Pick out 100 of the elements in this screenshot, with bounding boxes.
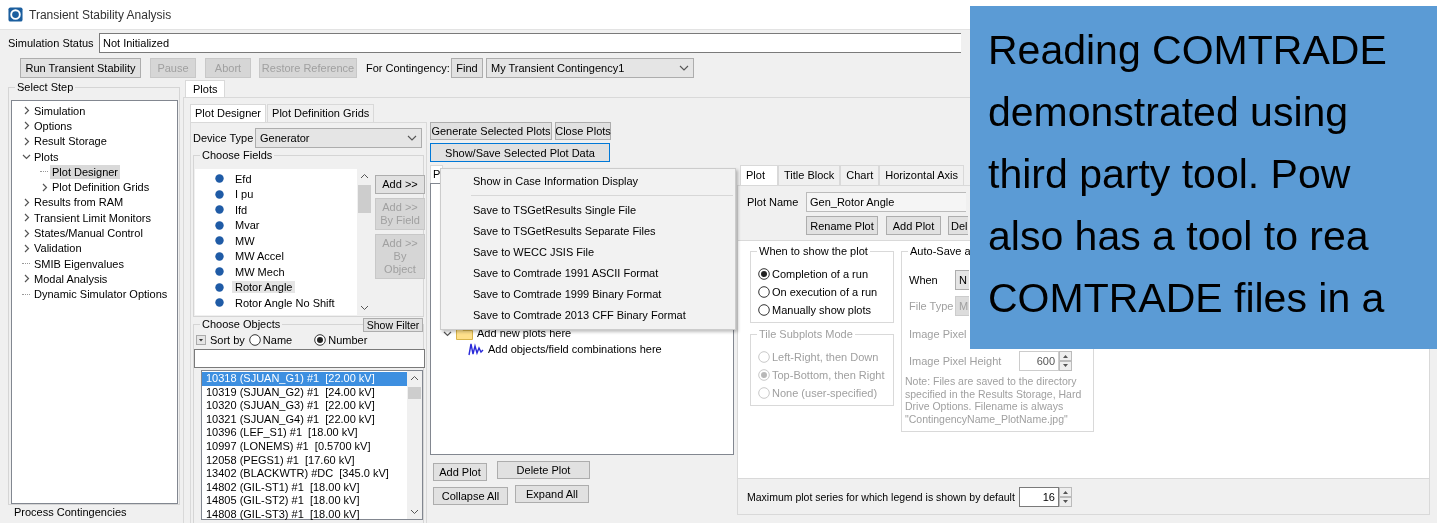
tree-item[interactable]: Options [32, 118, 74, 133]
tree-item[interactable]: Transient Limit Monitors [32, 210, 153, 225]
field-label: Simulation Status [8, 37, 95, 49]
bullet-icon [215, 236, 224, 246]
object-list-item[interactable]: 14805 (GIL-ST2) #1 [18.00 kV] [202, 494, 407, 508]
object-list-item[interactable]: 10396 (LEF_S1) #1 [18.00 kV] [202, 426, 407, 440]
dropdown-button[interactable] [196, 335, 206, 345]
field-list-item[interactable]: Mvar [195, 217, 357, 233]
object-list-item[interactable]: 10997 (LONEMS) #1 [0.5700 kV] [202, 439, 407, 454]
contingency-dropdown[interactable]: My Transient Contingency1 [486, 58, 694, 78]
object-list-item[interactable]: 14802 (GIL-ST1) #1 [18.00 kV] [202, 480, 407, 495]
object-list-item[interactable]: 10321 (SJUAN_G4) #1 [22.00 kV] [202, 412, 407, 427]
bullet-icon [215, 174, 224, 184]
radio-label[interactable]: Completion of a run [772, 268, 868, 280]
radio-button[interactable] [758, 304, 770, 316]
status-field: Not Initialized [99, 33, 961, 53]
radio-button[interactable] [758, 268, 770, 280]
tab[interactable]: Plots [185, 80, 226, 97]
delete-plot-button[interactable]: Del [948, 216, 968, 235]
field-label: For Contingency: [366, 62, 448, 74]
search-field[interactable] [194, 349, 425, 368]
menu-item[interactable]: Save to Comtrade 1991 ASCII Format [441, 263, 735, 284]
find-button[interactable]: Find [451, 58, 483, 78]
when-dropdown[interactable]: N [955, 270, 969, 290]
menu-item[interactable]: Save to Comtrade 2013 CFF Binary Format [441, 305, 735, 326]
radio-label[interactable]: Number [328, 334, 368, 346]
show-save-data-button[interactable]: Show/Save Selected Plot Data [430, 143, 610, 162]
menu-item[interactable]: Save to Comtrade 1999 Binary Format [441, 284, 735, 305]
field-label: File Type [909, 300, 955, 312]
tree-item[interactable]: Simulation [32, 103, 88, 118]
menu-item[interactable]: Save to TSGetResults Single File [441, 200, 735, 221]
object-list-item[interactable]: 14808 (GIL-ST3) #1 [18.00 kV] [202, 507, 407, 522]
field-list-item[interactable]: MW Mech [195, 264, 357, 280]
radio-label[interactable]: Manually show plots [772, 304, 872, 316]
object-list-item[interactable]: 12058 (PEGS1) #1 [17.60 kV] [202, 453, 407, 468]
radio-button[interactable] [314, 334, 327, 346]
radio-label[interactable]: On execution of a run [772, 286, 878, 298]
tree-item[interactable]: Plot Definition Grids [50, 180, 152, 195]
app-icon [8, 7, 23, 22]
show-filter-button[interactable]: Show Filter [363, 318, 423, 332]
field-list-item[interactable]: Efd [195, 171, 357, 187]
field-list-item[interactable]: Ifd [195, 202, 357, 218]
toolbar-button[interactable]: Run Transient Stability [20, 58, 141, 78]
tree-item[interactable]: SMIB Eigenvalues [32, 256, 126, 271]
add-plot-button[interactable]: Add Plot [433, 463, 487, 481]
group-title: When to show the plot [757, 245, 870, 258]
add-plot-button[interactable]: Add Plot [886, 216, 941, 235]
radio-button[interactable] [248, 334, 261, 346]
scrollbar[interactable] [407, 371, 422, 519]
tree-item[interactable]: Plot Designer [50, 164, 121, 179]
field-list-item[interactable]: I pu [195, 186, 357, 202]
close-plots-button[interactable]: Close Plots [555, 122, 611, 140]
radio-button[interactable] [758, 286, 770, 298]
tab[interactable]: Plot Definition Grids [267, 104, 375, 122]
plot-name-field[interactable]: Gen_Rotor Angle [806, 192, 966, 212]
spin-buttons[interactable] [1059, 351, 1072, 371]
tree-item[interactable]: States/Manual Control [32, 226, 145, 240]
tab[interactable]: Chart [840, 165, 880, 185]
field-list-item[interactable]: Rotor Angle No Shift [195, 295, 357, 311]
field-label: When [909, 274, 939, 286]
field-list-item[interactable]: MW Accel [195, 248, 357, 264]
tab[interactable]: Horizontal Axis [879, 165, 964, 185]
menu-item[interactable]: Save to WECC JSIS File [441, 242, 735, 263]
field-list-item[interactable]: Rotor Angle [195, 279, 357, 295]
object-list-item[interactable]: 13402 (BLACKWTR) #DC [345.0 kV] [202, 467, 407, 481]
field-label: Sort by [210, 334, 245, 346]
field-label: Device Type [193, 132, 255, 144]
field-list-item[interactable]: MW [195, 233, 357, 249]
tree-item[interactable]: Validation [32, 241, 84, 256]
scrollbar-thumb[interactable] [408, 387, 421, 399]
device-type-dropdown[interactable]: Generator [255, 128, 422, 148]
height-field[interactable]: 600 [1019, 351, 1059, 371]
tab[interactable]: Plot [740, 165, 778, 185]
menu-item[interactable]: Show in Case Information Display [441, 171, 735, 192]
object-list-item[interactable]: 10319 (SJUAN_G2) #1 [24.00 kV] [202, 385, 407, 400]
tab[interactable]: Plot Designer [190, 104, 267, 122]
window-title: Transient Stability Analysis [29, 7, 172, 22]
tree-item[interactable]: Result Storage [32, 134, 109, 149]
field-label: Maximum plot series for which legend is shown by default [747, 490, 1015, 503]
object-list-item[interactable]: 10320 (SJUAN_G3) #1 [22.00 kV] [202, 399, 407, 413]
tab[interactable]: Title Block [777, 165, 841, 185]
tree-item[interactable]: Modal Analysis [32, 271, 110, 286]
menu-item[interactable]: Save to TSGetResults Separate Files [441, 221, 735, 242]
add-button[interactable]: Add >> [375, 175, 425, 194]
spin-buttons[interactable] [1058, 486, 1072, 507]
tree-item[interactable]: Results from RAM [32, 195, 126, 210]
tree-item[interactable]: Add objects/field combinations here [488, 343, 662, 355]
rename-plot-button[interactable]: Rename Plot [806, 216, 878, 235]
legend-count-field[interactable]: 16 [1018, 486, 1059, 507]
delete-plot-button[interactable]: Delete Plot [497, 461, 590, 479]
chevron-down-icon[interactable] [21, 152, 31, 162]
generate-plots-button[interactable]: Generate Selected Plots [430, 122, 552, 140]
collapse-all-button[interactable]: Collapse All [433, 487, 508, 505]
scrollbar-thumb[interactable] [358, 185, 371, 213]
tree-item[interactable]: Dynamic Simulator Options [32, 287, 170, 302]
tree-item[interactable]: Plots [32, 149, 61, 164]
bullet-icon [215, 267, 224, 277]
radio-label[interactable]: Name [262, 334, 293, 346]
expand-all-button[interactable]: Expand All [515, 485, 589, 503]
group-title: Auto-Save a [908, 245, 973, 258]
